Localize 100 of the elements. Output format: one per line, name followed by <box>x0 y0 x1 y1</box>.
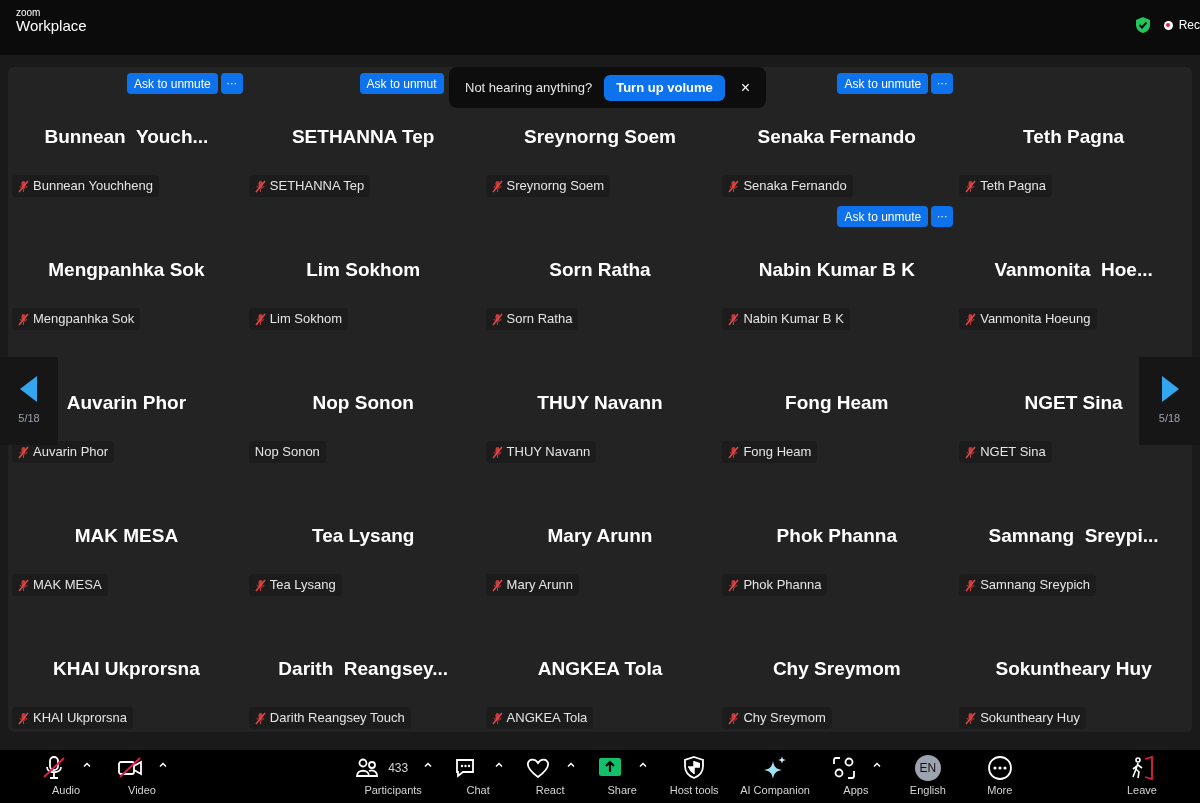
muted-mic-icon <box>491 312 503 326</box>
caret-icon <box>83 761 91 767</box>
muted-mic-icon <box>18 445 29 459</box>
react-toolbar-button[interactable]: React <box>524 754 577 797</box>
participant-name: SETHANNA Tep <box>291 125 435 149</box>
muted-mic-icon <box>491 578 503 592</box>
name-label: Sorn Ratha <box>485 308 579 330</box>
participant-name: Senaka Fernando <box>757 125 916 149</box>
participant-name: Mengpanhka Sok <box>48 258 205 282</box>
participant-name: Phok Phanna <box>776 524 897 548</box>
name-label: Lim Sokhom <box>248 308 349 330</box>
participant-name: ANGKEA Tola <box>537 657 663 681</box>
recording-dot-icon <box>1163 20 1173 30</box>
muted-mic-icon <box>254 179 266 193</box>
more-toolbar-button[interactable]: More <box>973 754 1026 797</box>
muted-mic-icon <box>728 445 740 459</box>
next-page-button[interactable]: 5/18 <box>1139 357 1200 445</box>
name-label: Sokuntheary Huy <box>959 707 1086 729</box>
recording-text: Rec <box>1178 17 1200 34</box>
name-label: Mary Arunn <box>485 574 580 596</box>
participant-name: THUY Navann <box>537 391 663 415</box>
chat-toolbar-button[interactable]: Chat <box>452 754 505 797</box>
muted-mic-icon <box>728 578 740 592</box>
muted-mic-icon <box>18 179 29 193</box>
name-label: Vanmonita Hoeung <box>959 308 1097 330</box>
name-label: Samnang Sreypich <box>959 574 1097 596</box>
right-arrow-icon <box>1160 375 1179 402</box>
muted-mic-icon <box>18 578 29 592</box>
name-label: THUY Navann <box>485 441 597 463</box>
name-label: Sreynorng Soem <box>485 175 611 197</box>
leave-toolbar-button[interactable]: Leave <box>1116 754 1168 797</box>
muted-mic-icon <box>254 312 266 326</box>
name-label: KHAI Ukprorsna <box>12 707 133 729</box>
caret-icon <box>567 761 576 767</box>
name-label: NGET Sina <box>959 441 1052 463</box>
participant-name: Mary Arunn <box>547 524 653 548</box>
muted-mic-icon <box>728 312 740 326</box>
toast-message: Not hearing anything? <box>465 78 593 97</box>
brand-text: Workplace <box>16 18 87 33</box>
name-label: Bunnean Youchheng <box>12 175 159 197</box>
host-toolbar-button[interactable]: Host tools <box>668 754 721 797</box>
ask-to-unmute-button[interactable]: Ask to unmute <box>837 206 929 227</box>
video-toolbar-button[interactable]: Video <box>116 754 168 797</box>
name-label: Darith Reangsey Touch <box>248 707 411 729</box>
ai-toolbar-button[interactable]: AI Companion <box>740 754 810 797</box>
apps-toolbar-button[interactable]: Apps <box>829 754 882 797</box>
share-toolbar-button[interactable]: Share <box>596 754 649 797</box>
ask-to-unmute-button[interactable]: Ask to unmute <box>837 73 929 94</box>
more-options-button[interactable]: ··· <box>220 73 243 94</box>
muted-mic-icon <box>965 312 977 326</box>
muted-mic-icon <box>491 711 503 725</box>
muted-mic-icon <box>18 711 29 725</box>
ask-to-unmute-button[interactable]: Ask to unmute <box>127 73 218 94</box>
caret-icon <box>159 761 167 767</box>
name-label: Phok Phanna <box>722 574 828 596</box>
previous-page-button[interactable]: 5/18 <box>0 357 58 445</box>
participant-name: Bunnean Youch... <box>44 125 209 149</box>
participant-name: Fong Heam <box>785 391 889 415</box>
caret-icon <box>639 761 648 767</box>
participant-count: 433 <box>388 760 409 777</box>
name-label: Nop Sonon <box>248 441 326 463</box>
muted-mic-icon <box>965 445 977 459</box>
more-icon <box>986 755 1013 781</box>
name-label: MAK MESA <box>12 574 108 596</box>
participant-name: Sreynorng Soem <box>523 125 676 149</box>
muted-mic-icon <box>965 578 977 592</box>
language-toolbar-button[interactable]: EN English <box>901 754 954 797</box>
name-label: Auvarin Phor <box>12 441 115 463</box>
muted-mic-icon <box>728 179 740 193</box>
more-options-button[interactable]: ··· <box>931 73 954 94</box>
participant-name: KHAI Ukprorsna <box>53 657 200 681</box>
audio-toolbar-button[interactable]: Audio <box>40 754 92 797</box>
muted-mic-icon <box>965 711 977 725</box>
participants-toolbar-button[interactable]: 433 Participants <box>354 754 433 797</box>
name-label: Mengpanhka Sok <box>12 308 141 330</box>
participant-name: Auvarin Phor <box>66 391 187 415</box>
muted-mic-icon <box>491 445 503 459</box>
participant-name: NGET Sina <box>1024 391 1123 415</box>
turn-up-volume-button[interactable]: Turn up volume <box>604 74 725 101</box>
participant-name: Lim Sokhom <box>306 258 421 282</box>
more-options-button[interactable]: ··· <box>931 206 954 227</box>
participant-name: Sorn Ratha <box>549 258 651 282</box>
participant-name: Teth Pagna <box>1023 125 1125 149</box>
participant-name: Sokuntheary Huy <box>995 657 1152 681</box>
muted-mic-icon <box>18 312 29 326</box>
caret-icon <box>872 761 881 767</box>
name-label: ANGKEA Tola <box>485 707 594 729</box>
name-label: Nabin Kumar B K <box>722 308 850 330</box>
muted-mic-icon <box>254 711 266 725</box>
muted-mic-icon <box>491 179 503 193</box>
shield-check-icon <box>1133 16 1152 34</box>
ask-to-unmute-button[interactable]: Ask to unmut <box>359 73 444 94</box>
brand-small-text: zoom <box>16 8 42 18</box>
close-button[interactable]: × <box>736 75 755 100</box>
name-label: Tea Lysang <box>248 574 342 596</box>
name-label: Fong Heam <box>722 441 818 463</box>
caret-icon <box>495 761 504 767</box>
apps-icon <box>830 755 857 781</box>
muted-mic-icon <box>728 711 740 725</box>
participant-name: Darith Reangsey... <box>278 657 448 681</box>
